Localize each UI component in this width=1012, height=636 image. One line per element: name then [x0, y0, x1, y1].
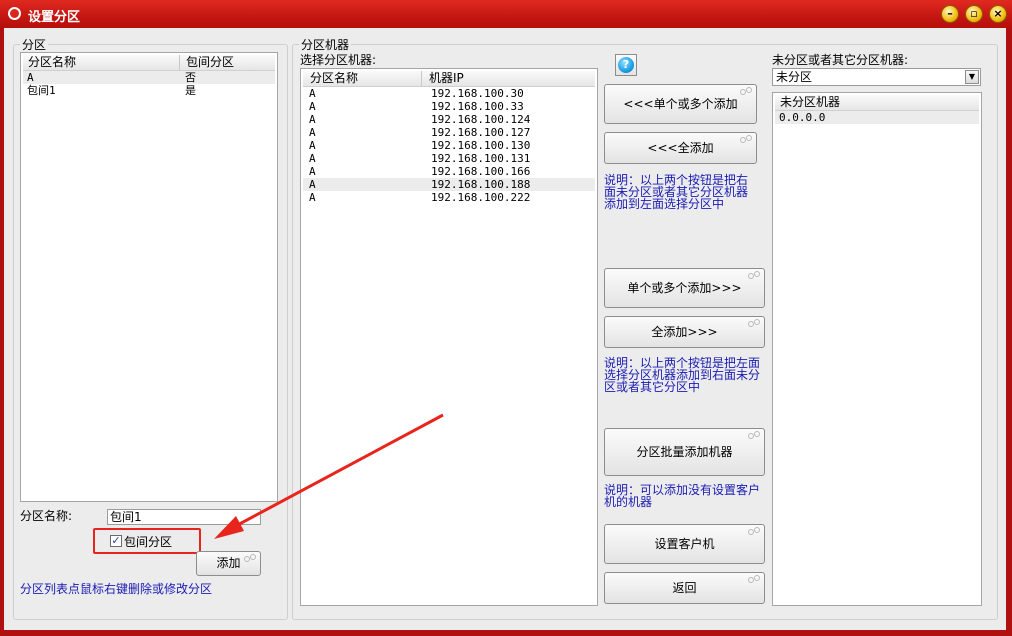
window: 设置分区 – ▫ × 分区 分区名称 包间分区 A 否 包间1 是 分区名称: … — [0, 0, 1012, 636]
annotation-arrow — [214, 413, 444, 539]
